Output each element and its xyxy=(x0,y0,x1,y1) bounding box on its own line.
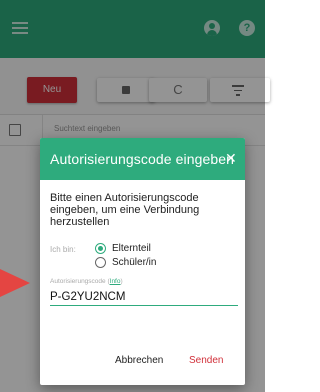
cancel-button[interactable]: Abbrechen xyxy=(115,355,163,366)
close-icon[interactable]: ✕ xyxy=(225,151,237,165)
authorization-code-input[interactable] xyxy=(50,288,238,306)
pointer-arrow-icon xyxy=(0,269,30,297)
radio-selected-icon[interactable] xyxy=(95,242,106,254)
role-option-label: Schüler/in xyxy=(112,256,157,268)
info-link[interactable]: Info xyxy=(110,278,121,285)
send-button[interactable]: Senden xyxy=(189,355,223,366)
dialog-title: Autorisierungscode eingeben xyxy=(50,151,235,167)
radio-unselected-icon[interactable] xyxy=(95,256,106,268)
role-option-parent[interactable]: Elternteil xyxy=(95,241,151,255)
authorization-code-dialog: Autorisierungscode eingeben ✕ Bitte eine… xyxy=(40,138,245,385)
role-option-student[interactable]: Schüler/in xyxy=(95,255,156,269)
role-label: Ich bin: xyxy=(50,245,76,254)
code-label-text: Autorisierungscode xyxy=(50,278,106,285)
role-option-label: Elternteil xyxy=(112,242,151,254)
dialog-header: Autorisierungscode eingeben ✕ xyxy=(40,138,245,180)
dialog-message: Bitte einen Autorisierungscode eingeben,… xyxy=(50,192,200,228)
code-field-label: Autorisierungscode (Info) xyxy=(50,278,123,285)
